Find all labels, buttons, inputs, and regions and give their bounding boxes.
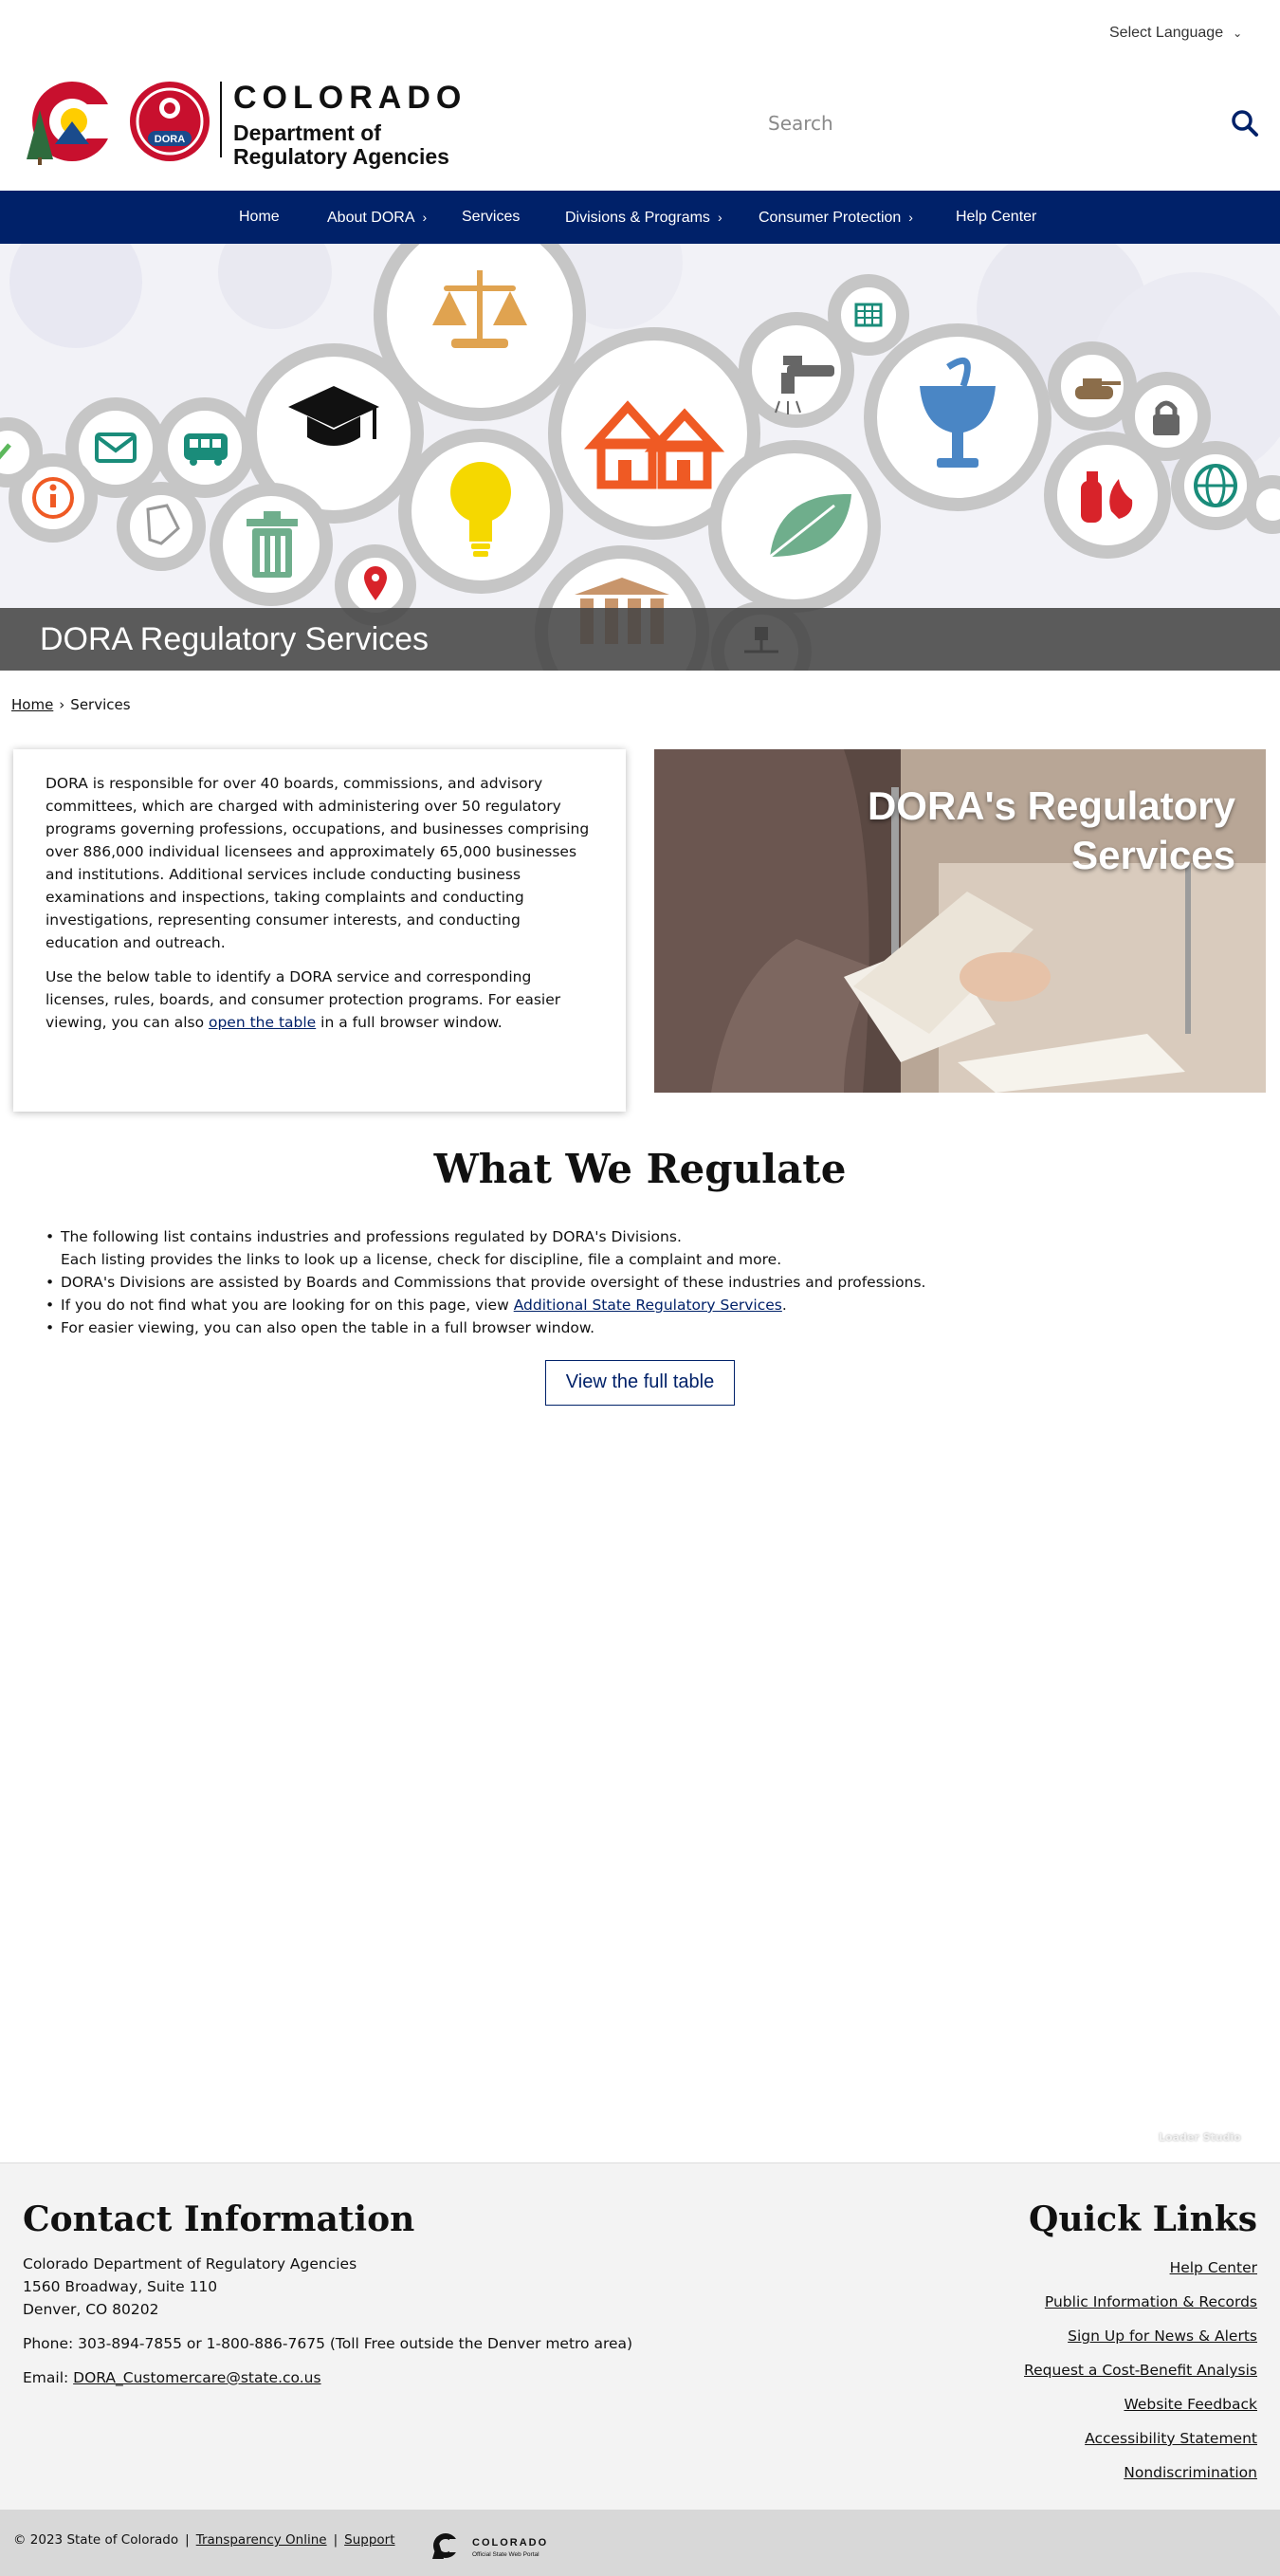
language-select[interactable]: Select Language ⌄ [1109,25,1242,42]
list-item: If you do not find what you are looking … [46,1294,925,1316]
quick-link-public-information[interactable]: Public Information & Records [1045,2293,1257,2310]
contact-street: 1560 Broadway, Suite 110 [23,2278,218,2295]
colorado-c-logo-icon: DORA [27,82,210,165]
what-we-regulate-heading: What We Regulate [433,1146,847,1192]
list-item: DORA's Divisions are assisted by Boards … [46,1271,925,1294]
transparency-online-link[interactable]: Transparency Online [196,2532,327,2548]
nav-consumer-protection[interactable]: Consumer Protection › [759,191,913,244]
search-input[interactable] [749,101,1195,146]
intro-paragraph-2: Use the below table to identify a DORA s… [46,966,594,1034]
copyright-text: © 2023 State of Colorado [13,2532,179,2548]
trash-can-icon [247,511,298,578]
nav-consumer-protection-label: Consumer Protection [759,210,902,226]
portal-subtitle: Official State Web Portal [472,2551,539,2558]
hero-banner: DORA Regulatory Services [0,244,1280,671]
contact-heading: Contact Information [23,2199,415,2239]
chevron-down-icon: ⌄ [1233,27,1243,40]
regulate-list: The following list contains industries a… [46,1225,925,1339]
regulated-services-illustration [0,244,1280,671]
email-link[interactable]: DORA_Customercare@state.co.us [73,2369,320,2386]
contact-email: Email: DORA_Customercare@state.co.us [23,2366,632,2389]
logo-colorado: COLORADO [233,80,467,116]
quick-link-help-center[interactable]: Help Center [1170,2259,1257,2276]
separator: | [333,2532,338,2548]
breadcrumb-separator: › [59,696,65,713]
dora-logo[interactable]: DORA COLORADO Department of Regulatory A… [27,76,466,169]
nav-about-dora[interactable]: About DORA › [327,191,427,244]
quick-links-heading: Quick Links [1029,2199,1257,2239]
quick-link-website-feedback[interactable]: Website Feedback [1124,2396,1257,2413]
portal-name: COLORADO [472,2537,548,2548]
additional-services-link[interactable]: Additional State Regulatory Services [514,1297,782,1314]
nav-home-label: Home [239,209,280,225]
quick-link-news-alerts[interactable]: Sign Up for News & Alerts [1068,2328,1257,2345]
search-form [749,101,1261,146]
copyright-row: © 2023 State of Colorado | Transparency On… [13,2532,395,2548]
search-button[interactable] [1229,108,1261,140]
logo-text: COLORADO Department of Regulatory Agenci… [233,80,466,169]
quick-link-cost-benefit[interactable]: Request a Cost-Benefit Analysis [1024,2362,1257,2379]
hero-title-bar: DORA Regulatory Services [0,608,1280,671]
nav-home[interactable]: Home [239,191,280,244]
list-item-suffix: . [781,1297,787,1314]
logo-dept-line2: Regulatory Agencies [233,144,449,169]
nav-divisions-programs[interactable]: Divisions & Programs › [565,191,722,244]
dora-badge-text: DORA [155,134,185,145]
hero-title: DORA Regulatory Services [40,621,430,657]
main-nav: Home About DORA › Services Divisions & Pr… [0,191,1280,244]
list-item: The following list contains industries a… [46,1225,925,1248]
nav-about-dora-label: About DORA [327,210,415,226]
contact-email-label: Email: [23,2369,74,2386]
list-item: Each listing provides the links to look … [61,1251,782,1268]
support-link[interactable]: Support [344,2532,394,2548]
breadcrumb-home-link[interactable]: Home [11,696,53,713]
separator: | [185,2532,190,2548]
nav-help-center[interactable]: Help Center [956,191,1036,244]
loader-credit: Loader Studio [1159,2131,1241,2144]
quick-links: Quick Links Help Center Public Informati… [1024,2199,1257,2490]
quick-link-accessibility[interactable]: Accessibility Statement [1085,2430,1257,2447]
bottom-bar: © 2023 State of Colorado | Transparency On… [0,2510,1280,2576]
photo-panel-title: DORA's Regulatory Services [867,783,1235,877]
chevron-right-icon[interactable]: › [718,191,722,244]
search-icon [1232,109,1258,137]
nav-divisions-programs-label: Divisions & Programs [565,210,710,226]
contact-city: Denver, CO 80202 [23,2301,159,2318]
logo-divider [220,82,222,157]
breadcrumb: Home › Services [11,696,131,713]
contact-phone: Phone: 303-894-7855 or 1-800-886-7675 (T… [23,2335,633,2352]
quick-link-nondiscrimination[interactable]: Nondiscrimination [1124,2464,1257,2481]
breadcrumb-current: Services [70,696,131,713]
intro-paragraph-1: DORA is responsible for over 40 boards, … [46,775,590,951]
logo-dept-line1: Department of [233,120,381,145]
regulatory-services-photo: DORA's Regulatory Services [654,749,1266,1093]
list-item-text: If you do not find what you are looking … [61,1297,514,1314]
contact-org: Colorado Department of Regulatory Agenci… [23,2255,357,2272]
chevron-right-icon[interactable]: › [422,191,427,244]
list-item: For easier viewing, you can also open th… [46,1316,925,1339]
view-full-table-button[interactable]: View the full table [545,1360,735,1406]
colorado-portal-logo[interactable]: COLORADO Official State Web Portal [430,2530,563,2561]
language-select-label: Select Language [1109,25,1224,41]
chevron-right-icon[interactable]: › [908,191,913,244]
contact-information: Contact Information Colorado Department … [23,2199,632,2389]
open-table-link[interactable]: open the table [209,1014,316,1031]
footer: Contact Information Colorado Department … [0,2162,1280,2510]
nav-services-label: Services [462,209,521,225]
nav-help-center-label: Help Center [956,209,1037,225]
intro-card: DORA is responsible for over 40 boards, … [13,749,626,1112]
intro-paragraph-2-suffix: in a full browser window. [316,1014,503,1031]
nav-services[interactable]: Services [462,191,520,244]
